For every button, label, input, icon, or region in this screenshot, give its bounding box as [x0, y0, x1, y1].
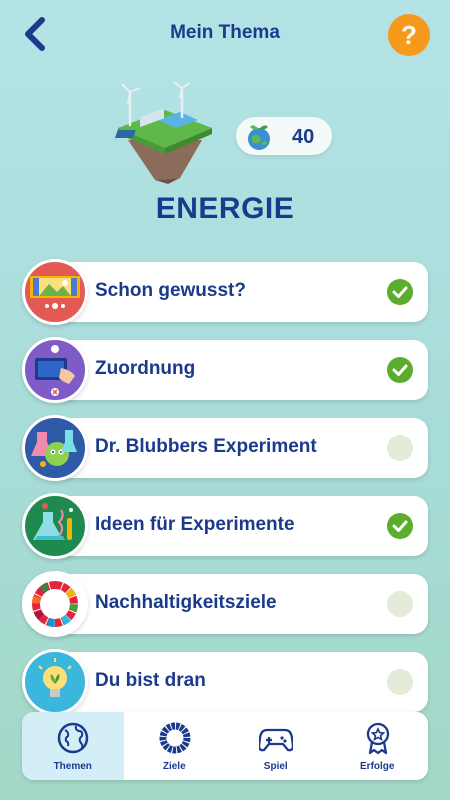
- tab-spiel[interactable]: Spiel: [225, 712, 327, 780]
- list-item-zuordnung[interactable]: Zuordnung: [22, 337, 428, 403]
- flask-icon: [22, 493, 88, 559]
- incomplete-indicator: [387, 591, 413, 617]
- checkmark-icon: [387, 279, 413, 305]
- earth-sprout-icon: [248, 125, 270, 150]
- page-title: Mein Thema: [170, 22, 280, 43]
- header: Mein Thema ?: [0, 0, 450, 70]
- sdg-wheel-icon: [22, 571, 88, 637]
- energy-island-illustration: [114, 81, 212, 184]
- list-item-label: Zuordnung: [95, 358, 196, 379]
- picture-icon: [22, 259, 88, 325]
- list-item-label: Ideen für Experimente: [95, 514, 295, 535]
- tab-label: Themen: [53, 761, 92, 772]
- tab-themen[interactable]: Themen: [22, 712, 124, 780]
- gamepad-icon: [259, 728, 293, 752]
- tab-label: Ziele: [162, 761, 186, 772]
- checkmark-icon: [387, 357, 413, 383]
- tab-ziele[interactable]: Ziele: [124, 712, 226, 780]
- list-item-label: Du bist dran: [95, 670, 206, 691]
- points-value: 40: [292, 126, 315, 148]
- list-item-label: Dr. Blubbers Experiment: [95, 436, 317, 457]
- badge-icon: [366, 722, 389, 755]
- list-item-ideen-fuer-experimente[interactable]: Ideen für Experimente: [22, 493, 428, 559]
- globe-icon: [57, 722, 89, 754]
- list-item-label: Schon gewusst?: [95, 280, 246, 301]
- bottom-tab-bar: Themen Ziele Spiel Erfolge: [22, 712, 428, 780]
- drag-hand-icon: [22, 337, 88, 403]
- help-button[interactable]: ?: [388, 14, 430, 56]
- list-item-du-bist-dran[interactable]: Du bist dran: [22, 649, 428, 715]
- list-item-nachhaltigkeitsziele[interactable]: Nachhaltigkeitsziele: [22, 571, 428, 637]
- sdg-ring-icon: [159, 722, 190, 754]
- points-badge: 40: [236, 117, 332, 155]
- list-item-label: Nachhaltigkeitsziele: [95, 592, 277, 613]
- checkmark-icon: [387, 513, 413, 539]
- incomplete-indicator: [387, 669, 413, 695]
- tab-label: Erfolge: [360, 761, 395, 772]
- tab-erfolge[interactable]: Erfolge: [327, 712, 429, 780]
- tab-label: Spiel: [263, 761, 288, 772]
- list-item-schon-gewusst[interactable]: Schon gewusst?: [22, 259, 428, 325]
- incomplete-indicator: [387, 435, 413, 461]
- topic-title: ENERGIE: [155, 192, 295, 225]
- lightbulb-icon: [22, 649, 88, 715]
- experiment-icon: [22, 415, 88, 481]
- list-item-dr-blubbers-experiment[interactable]: Dr. Blubbers Experiment: [22, 415, 428, 481]
